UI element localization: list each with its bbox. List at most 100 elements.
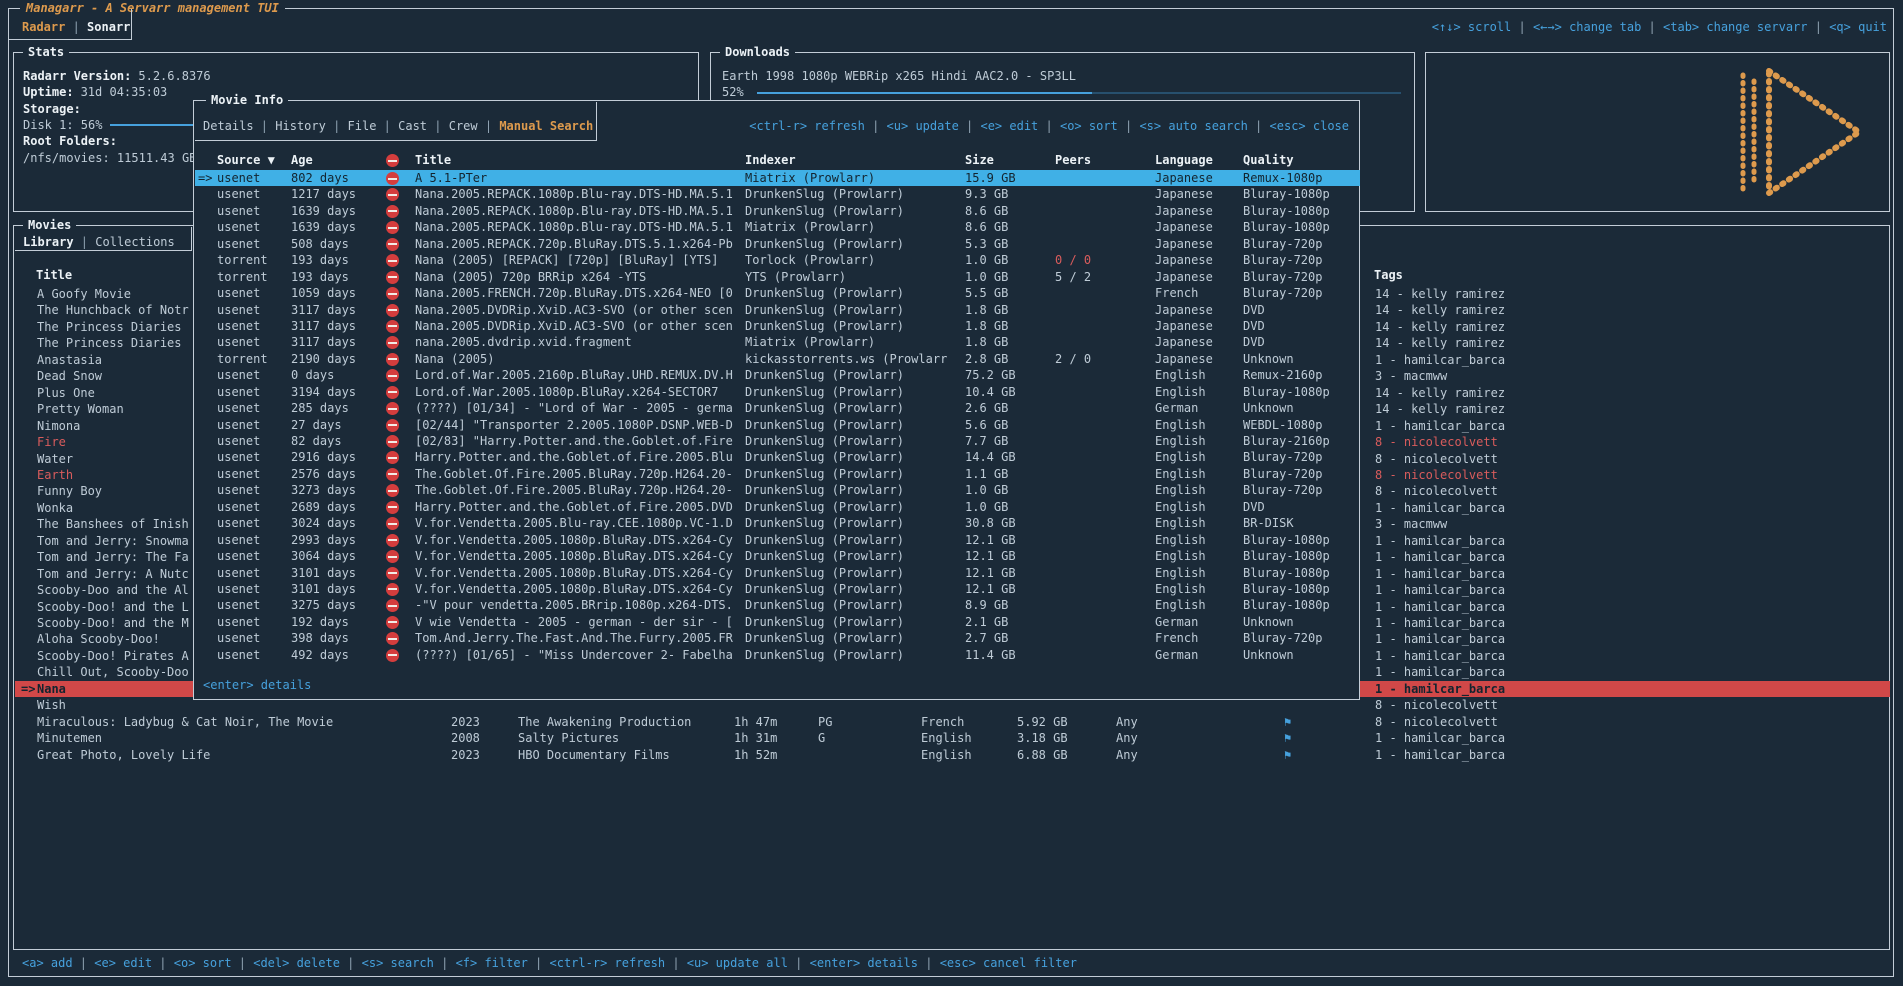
search-result-row[interactable]: usenet398 daysTom.And.Jerry.The.Fast.And… bbox=[195, 630, 1360, 646]
movie-row[interactable]: Miraculous: Ladybug & Cat Noir, The Movi… bbox=[15, 714, 1890, 730]
shortcut-f-filter[interactable]: <f> filter bbox=[456, 956, 528, 970]
cell-reject bbox=[369, 515, 415, 531]
search-result-row[interactable]: usenet2993 daysV.for.Vendetta.2005.1080p… bbox=[195, 532, 1360, 548]
search-result-row[interactable]: usenet0 daysLord.of.War.2005.2160p.BluRa… bbox=[195, 367, 1360, 383]
search-result-row[interactable]: usenet3117 daysNana.2005.DVDRip.XviD.AC3… bbox=[195, 318, 1360, 334]
search-result-row[interactable]: usenet3275 days-"V pour vendetta.2005.BR… bbox=[195, 597, 1360, 613]
search-result-row[interactable]: usenet3117 daysnana.2005.dvdrip.xvid.fra… bbox=[195, 334, 1360, 350]
shortcut-ctrl-r-refresh[interactable]: <ctrl-r> refresh bbox=[749, 119, 865, 133]
column-header-title[interactable]: Title bbox=[415, 152, 745, 168]
search-result-row[interactable]: usenet508 daysNana.2005.REPACK.720p.BluR… bbox=[195, 236, 1360, 252]
column-header-quality[interactable]: Quality bbox=[1243, 152, 1294, 168]
search-result-row[interactable]: usenet2916 daysHarry.Potter.and.the.Gobl… bbox=[195, 449, 1360, 465]
shortcut-ctrl-r-refresh[interactable]: <ctrl-r> refresh bbox=[550, 956, 666, 970]
tab-crew[interactable]: Crew bbox=[449, 119, 478, 133]
tab-sonarr[interactable]: Sonarr bbox=[87, 20, 130, 34]
shortcut-q-quit[interactable]: <q> quit bbox=[1829, 20, 1887, 34]
cell-title: V.for.Vendetta.2005.1080p.BluRay.DTS.x26… bbox=[415, 581, 745, 597]
movie-tag: 1 - hamilcar_barca bbox=[1375, 418, 1505, 434]
search-result-row[interactable]: usenet3194 daysLord.of.War.2005.1080p.Bl… bbox=[195, 384, 1360, 400]
cell-indexer: DrunkenSlug (Prowlarr) bbox=[745, 565, 965, 581]
cell-reject bbox=[369, 597, 415, 613]
column-header-icon[interactable] bbox=[369, 152, 415, 168]
search-result-row[interactable]: usenet27 days[02/44] "Transporter 2.2005… bbox=[195, 417, 1360, 433]
no-entry-icon bbox=[386, 304, 399, 317]
shortcut-o-sort[interactable]: <o> sort bbox=[1060, 119, 1118, 133]
tab-manual-search[interactable]: Manual Search bbox=[499, 119, 593, 133]
cell-source: usenet bbox=[217, 433, 291, 449]
search-result-row[interactable]: usenet2576 daysThe.Goblet.Of.Fire.2005.B… bbox=[195, 466, 1360, 482]
search-result-row[interactable]: usenet3273 daysThe.Goblet.Of.Fire.2005.B… bbox=[195, 482, 1360, 498]
tab-details[interactable]: Details bbox=[203, 119, 254, 133]
logo-panel bbox=[1425, 52, 1890, 212]
column-header-size[interactable]: Size bbox=[965, 152, 1055, 168]
cell-age: 802 days bbox=[291, 170, 369, 186]
search-result-row[interactable]: usenet3117 daysNana.2005.DVDRip.XviD.AC3… bbox=[195, 302, 1360, 318]
cell-age: 2689 days bbox=[291, 499, 369, 515]
column-header-source[interactable]: Source ▼ bbox=[217, 152, 291, 168]
search-result-row[interactable]: torrent193 daysNana (2005) [REPACK] [720… bbox=[195, 252, 1360, 268]
shortcut-a-add[interactable]: <a> add bbox=[22, 956, 73, 970]
movie-runtime: 1h 47m bbox=[734, 714, 777, 730]
movie-title: Plus One bbox=[37, 386, 95, 400]
cell-source: usenet bbox=[217, 186, 291, 202]
shortcut-u-update-all[interactable]: <u> update all bbox=[687, 956, 788, 970]
shortcut-change-tab[interactable]: <←→> change tab bbox=[1533, 20, 1641, 34]
column-header-age[interactable]: Age bbox=[291, 152, 369, 168]
shortcut-e-edit[interactable]: <e> edit bbox=[980, 119, 1038, 133]
no-entry-icon bbox=[386, 154, 399, 167]
cell-quality: DVD bbox=[1243, 318, 1265, 334]
search-result-row[interactable]: =>usenet802 daysA 5.1-PTerMiatrix (Prowl… bbox=[195, 170, 1360, 186]
column-header-indexer[interactable]: Indexer bbox=[745, 152, 965, 168]
shortcut-e-edit[interactable]: <e> edit bbox=[94, 956, 152, 970]
search-result-row[interactable]: usenet285 days(????) [01/34] - "Lord of … bbox=[195, 400, 1360, 416]
tab-history[interactable]: History bbox=[275, 119, 326, 133]
cell-reject bbox=[369, 581, 415, 597]
cell-size: 1.0 GB bbox=[965, 499, 1055, 515]
search-results-list[interactable]: =>usenet802 daysA 5.1-PTerMiatrix (Prowl… bbox=[195, 170, 1360, 663]
search-result-row[interactable]: usenet1059 daysNana.2005.FRENCH.720p.Blu… bbox=[195, 285, 1360, 301]
search-result-row[interactable]: usenet1639 daysNana.2005.REPACK.1080p.Bl… bbox=[195, 203, 1360, 219]
tab-cast[interactable]: Cast bbox=[398, 119, 427, 133]
search-result-row[interactable]: usenet3101 daysV.for.Vendetta.2005.1080p… bbox=[195, 565, 1360, 581]
cell-language: English bbox=[1155, 482, 1243, 498]
search-result-row[interactable]: usenet3101 daysV.for.Vendetta.2005.1080p… bbox=[195, 581, 1360, 597]
movie-row[interactable]: Minutemen2008Salty Pictures1h 31mGEnglis… bbox=[15, 730, 1890, 746]
shortcut-tab-change-servarr[interactable]: <tab> change servarr bbox=[1663, 20, 1808, 34]
cell-language: Japanese bbox=[1155, 351, 1243, 367]
cell-reject bbox=[369, 565, 415, 581]
movie-title: Water bbox=[37, 452, 73, 466]
search-result-row[interactable]: usenet2689 daysHarry.Potter.and.the.Gobl… bbox=[195, 499, 1360, 515]
cell-source: usenet bbox=[217, 400, 291, 416]
search-result-row[interactable]: usenet192 daysV wie Vendetta - 2005 - ge… bbox=[195, 614, 1360, 630]
search-result-row[interactable]: usenet82 days[02/83] "Harry.Potter.and.t… bbox=[195, 433, 1360, 449]
shortcut-o-sort[interactable]: <o> sort bbox=[174, 956, 232, 970]
search-result-row[interactable]: usenet1217 daysNana.2005.REPACK.1080p.Bl… bbox=[195, 186, 1360, 202]
search-result-row[interactable]: usenet492 days(????) [01/65] - "Miss Und… bbox=[195, 647, 1360, 663]
shortcut-esc-close[interactable]: <esc> close bbox=[1270, 119, 1349, 133]
search-result-row[interactable]: usenet3064 daysV.for.Vendetta.2005.1080p… bbox=[195, 548, 1360, 564]
shortcut-u-update[interactable]: <u> update bbox=[887, 119, 959, 133]
shortcut-s-search[interactable]: <s> search bbox=[362, 956, 434, 970]
tab-radarr[interactable]: Radarr bbox=[22, 20, 65, 34]
search-result-row[interactable]: torrent2190 daysNana (2005)kickasstorren… bbox=[195, 351, 1360, 367]
shortcut-esc-cancel-filter[interactable]: <esc> cancel filter bbox=[940, 956, 1077, 970]
shortcut-s-auto-search[interactable]: <s> auto search bbox=[1139, 119, 1247, 133]
column-header-peers[interactable]: Peers bbox=[1055, 152, 1155, 168]
monitored-flag-icon: ⚑ bbox=[1284, 730, 1291, 746]
movie-title: The Banshees of Inish bbox=[37, 517, 189, 531]
column-header-language[interactable]: Language bbox=[1155, 152, 1243, 168]
movie-tag: 1 - hamilcar_barca bbox=[1375, 615, 1505, 631]
shortcut-scroll[interactable]: <↑↓> scroll bbox=[1432, 20, 1511, 34]
movie-tag: 1 - hamilcar_barca bbox=[1375, 747, 1505, 763]
search-result-row[interactable]: usenet1639 daysNana.2005.REPACK.1080p.Bl… bbox=[195, 219, 1360, 235]
no-entry-icon bbox=[386, 501, 399, 514]
shortcut-del-delete[interactable]: <del> delete bbox=[253, 956, 340, 970]
cell-title: Lord.of.War.2005.2160p.BluRay.UHD.REMUX.… bbox=[415, 367, 745, 383]
search-result-row[interactable]: usenet3024 daysV.for.Vendetta.2005.Blu-r… bbox=[195, 515, 1360, 531]
cell-age: 3117 days bbox=[291, 302, 369, 318]
shortcut-enter-details[interactable]: <enter> details bbox=[810, 956, 918, 970]
search-result-row[interactable]: torrent193 daysNana (2005) 720p BRRip x2… bbox=[195, 269, 1360, 285]
tab-file[interactable]: File bbox=[348, 119, 377, 133]
movie-row[interactable]: Great Photo, Lovely Life2023HBO Document… bbox=[15, 747, 1890, 763]
